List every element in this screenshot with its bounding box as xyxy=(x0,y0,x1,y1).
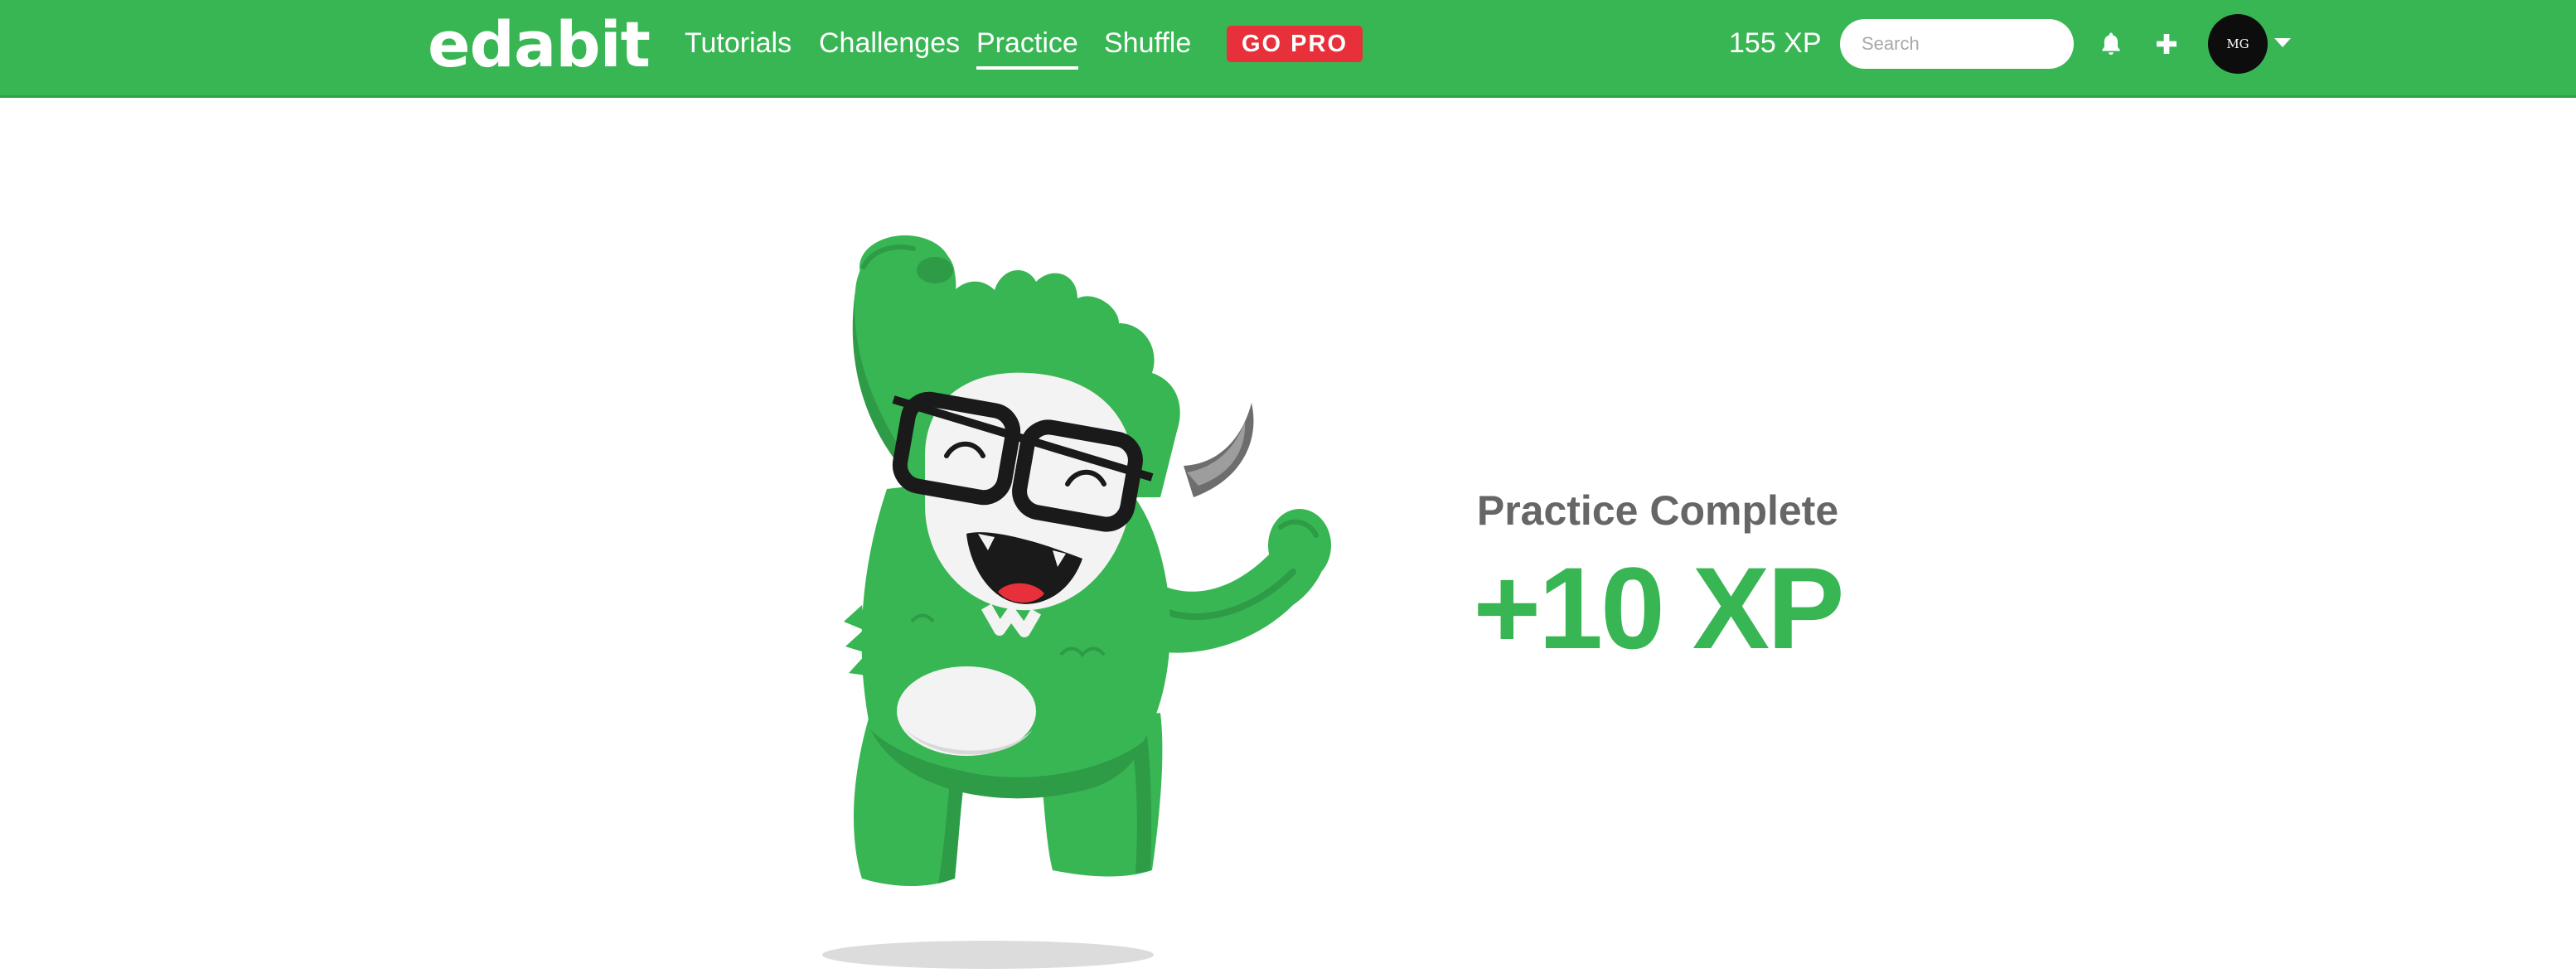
plus-icon xyxy=(2157,34,2177,54)
nav-link-challenges[interactable]: Challenges xyxy=(819,22,960,65)
go-pro-button[interactable]: GO PRO xyxy=(1227,26,1363,62)
edabit-logo[interactable]: edabit xyxy=(428,5,651,85)
user-xp-counter: 155 XP xyxy=(1729,27,1822,59)
practice-complete-heading: Practice Complete xyxy=(1476,487,1839,534)
bell-icon xyxy=(2102,32,2120,56)
nav-link-shuffle[interactable]: Shuffle xyxy=(1104,22,1191,65)
user-avatar[interactable]: MG xyxy=(2208,14,2268,74)
notifications-button[interactable] xyxy=(2097,30,2125,58)
caret-down-icon[interactable] xyxy=(2274,38,2291,47)
nav-link-practice[interactable]: Practice xyxy=(976,22,1078,70)
nav-link-tutorials[interactable]: Tutorials xyxy=(685,22,792,65)
xp-gained-value: +10 XP xyxy=(1473,543,1844,673)
top-navbar: edabit Tutorials Challenges Practice Shu… xyxy=(0,0,2576,98)
create-button[interactable] xyxy=(2153,31,2180,57)
search-input[interactable] xyxy=(1840,19,2074,69)
celebrating-monster-illustration xyxy=(822,235,1331,969)
